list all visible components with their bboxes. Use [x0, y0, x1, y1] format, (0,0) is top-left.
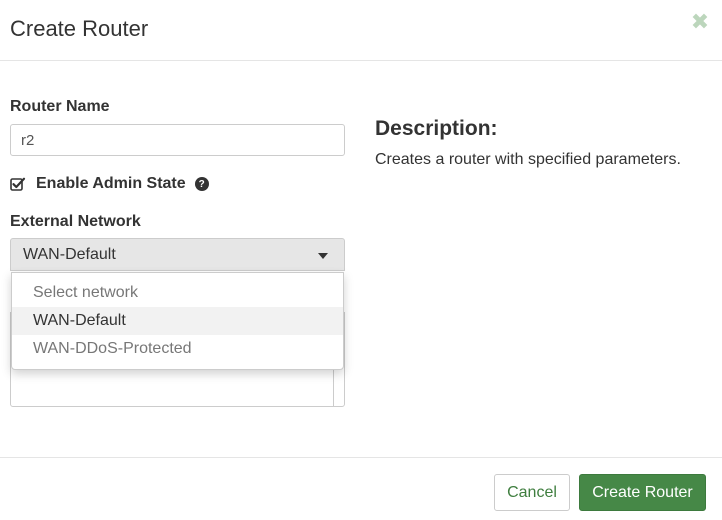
checked-checkbox-icon[interactable]	[10, 176, 26, 192]
help-icon[interactable]: ?	[194, 177, 209, 191]
description-title: Description:	[375, 117, 498, 140]
router-name-input[interactable]	[10, 124, 345, 156]
network-dropdown-menu: Select network WAN-Default WAN-DDoS-Prot…	[11, 272, 344, 370]
external-network-select[interactable]: WAN-Default	[10, 238, 345, 271]
modal-header: Create Router ✖	[0, 0, 722, 61]
external-network-label: External Network	[10, 213, 141, 230]
description-text: Creates a router with specified paramete…	[375, 151, 681, 168]
admin-state-checkbox-row[interactable]: Enable Admin State ?	[10, 174, 209, 194]
dropdown-option-wan-ddos-protected[interactable]: WAN-DDoS-Protected	[12, 335, 343, 363]
admin-state-label: Enable Admin State	[36, 175, 186, 192]
cancel-button[interactable]: Cancel	[494, 474, 570, 511]
router-name-label: Router Name	[10, 98, 110, 115]
dropdown-option-select-network[interactable]: Select network	[12, 279, 343, 307]
selected-network-value: WAN-Default	[23, 245, 116, 263]
caret-down-icon	[318, 253, 328, 259]
close-icon[interactable]: ✖	[690, 11, 710, 33]
dropdown-option-wan-default[interactable]: WAN-Default	[12, 307, 343, 335]
create-router-button[interactable]: Create Router	[579, 474, 706, 511]
modal-footer: Cancel Create Router	[0, 457, 722, 520]
modal-title: Create Router	[10, 16, 149, 41]
